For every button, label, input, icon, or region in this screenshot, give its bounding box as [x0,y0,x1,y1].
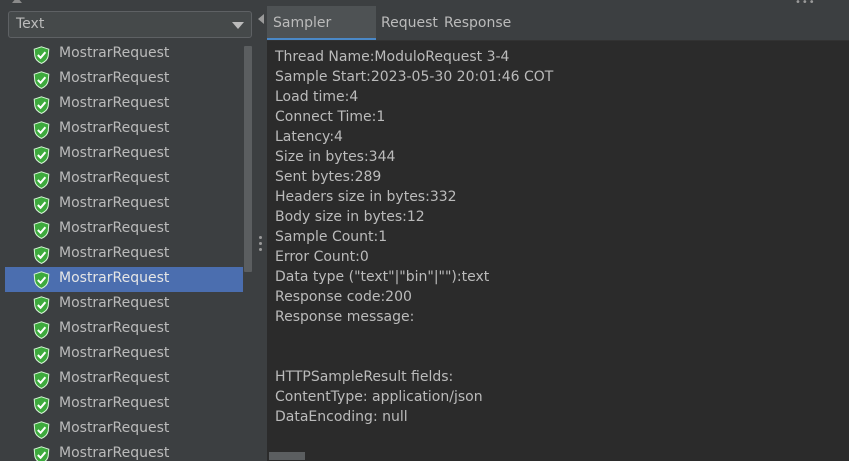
list-item[interactable]: MostrarRequest [5,267,243,292]
list-item-label: MostrarRequest [59,70,170,86]
sampler-line: ContentType: application/json [275,389,483,405]
list-item-label: MostrarRequest [59,120,170,136]
shield-check-icon [33,96,50,114]
list-item[interactable]: MostrarRequest [5,192,243,217]
list-item-label: MostrarRequest [59,245,170,261]
shield-check-icon [33,371,50,389]
scrollbar-thumb[interactable] [244,46,252,272]
list-item-label: MostrarRequest [59,370,170,386]
shield-check-icon [33,421,50,439]
sampler-line: Load time:4 [275,89,359,105]
list-item[interactable]: MostrarRequest [5,42,243,67]
sampler-line: Latency:4 [275,129,343,145]
sampler-line: Headers size in bytes:332 [275,189,457,205]
tab-response-data[interactable]: Response data [438,6,550,65]
collapse-up-icon[interactable] [12,0,22,3]
list-item[interactable]: MostrarRequest [5,342,243,367]
list-item[interactable]: MostrarRequest [5,67,243,92]
list-item-label: MostrarRequest [59,145,170,161]
list-item-label: MostrarRequest [59,95,170,111]
shield-check-icon [33,271,50,289]
list-item[interactable]: MostrarRequest [5,367,243,392]
list-item-label: MostrarRequest [59,170,170,186]
renderer-dropdown-value: Text [16,16,45,32]
list-item-label: MostrarRequest [59,345,170,361]
list-item[interactable]: MostrarRequest [5,142,243,167]
list-item[interactable]: MostrarRequest [5,217,243,242]
sampler-line: DataEncoding: null [275,409,408,425]
detail-tabs: Sampler result Request Response data [267,6,849,65]
sampler-line: Sample Count:1 [275,229,388,245]
panel-splitter[interactable] [255,6,267,461]
results-tree-panel: Text MostrarRequest MostrarRequest Mostrar… [0,6,255,461]
list-item[interactable]: MostrarRequest [5,117,243,142]
sampler-line: Data type ("text"|"bin"|""):text [275,269,490,285]
content-horizontal-scrollbar[interactable] [267,451,849,461]
collapse-left-icon[interactable] [258,14,264,24]
tab-sampler-result[interactable]: Sampler result [267,6,376,65]
list-item[interactable]: MostrarRequest [5,392,243,417]
sampler-line: Error Count:0 [275,249,369,265]
shield-check-icon [33,296,50,314]
sampler-line: Sent bytes:289 [275,169,382,185]
list-item-label: MostrarRequest [59,45,170,61]
sample-result-list[interactable]: MostrarRequest MostrarRequest MostrarReque… [5,42,243,461]
shield-check-icon [33,146,50,164]
list-item-label: MostrarRequest [59,270,170,286]
sampler-line: Connect Time:1 [275,109,386,125]
list-item-label: MostrarRequest [59,320,170,336]
shield-check-icon [33,121,50,139]
shield-check-icon [33,71,50,89]
shield-check-icon [33,346,50,364]
sampler-line: Thread Name:ModuloRequest 3-4 [275,49,510,65]
sampler-line: HTTPSampleResult fields: [275,369,454,385]
list-item[interactable]: MostrarRequest [5,417,243,442]
shield-check-icon [33,221,50,239]
list-item-label: MostrarRequest [59,220,170,236]
sampler-line: Sample Start:2023-05-30 20:01:46 COT [275,69,554,85]
list-item[interactable]: MostrarRequest [5,242,243,267]
shield-check-icon [33,171,50,189]
list-item[interactable]: MostrarRequest [5,92,243,117]
shield-check-icon [33,321,50,339]
list-item[interactable]: MostrarRequest [5,292,243,317]
splitter-grip-icon[interactable] [259,236,262,254]
tab-request[interactable]: Request [375,6,439,40]
chevron-down-icon[interactable] [232,22,244,29]
shield-check-icon [33,446,50,461]
list-item-label: MostrarRequest [59,295,170,311]
sampler-line: Size in bytes:344 [275,149,396,165]
shield-check-icon [33,396,50,414]
scrollbar-thumb[interactable] [269,452,305,460]
sampler-line: Body size in bytes:12 [275,209,425,225]
shield-check-icon [33,246,50,264]
sampler-line: Response message: [275,309,415,325]
shield-check-icon [33,196,50,214]
shield-check-icon [33,46,50,64]
list-vertical-scrollbar[interactable] [243,42,253,461]
list-item-label: MostrarRequest [59,420,170,436]
list-item[interactable]: MostrarRequest [5,442,243,461]
list-item-label: MostrarRequest [59,195,170,211]
list-item-label: MostrarRequest [59,395,170,411]
list-item[interactable]: MostrarRequest [5,317,243,342]
list-item-label: MostrarRequest [59,445,170,461]
renderer-dropdown[interactable]: Text [8,11,252,38]
sampler-line: Response code:200 [275,289,412,305]
result-detail-panel: Sampler result Request Response data Thr… [267,6,849,461]
sampler-result-text[interactable]: Thread Name:ModuloRequest 3-4 Sample Star… [267,41,849,451]
list-item[interactable]: MostrarRequest [5,167,243,192]
